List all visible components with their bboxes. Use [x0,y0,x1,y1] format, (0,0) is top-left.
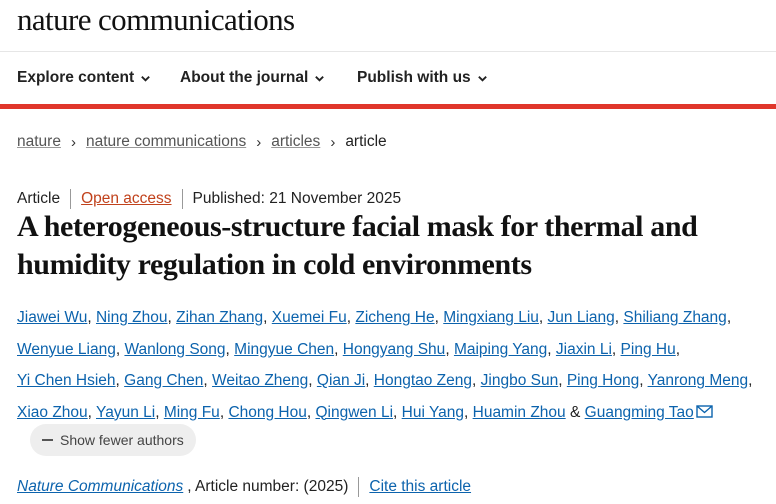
author-link[interactable]: Chong Hou [228,404,306,421]
author-link[interactable]: Jiaxin Li [556,341,612,358]
author-link[interactable]: Hui Yang [402,404,464,421]
author-link[interactable]: Wenyue Liang [17,341,116,358]
author-link[interactable]: Mingyue Chen [234,341,334,358]
author-link[interactable]: Yanrong Meng [648,372,749,389]
chevron-right-icon: › [256,133,262,151]
divider [358,477,360,497]
author-link[interactable]: Ping Hong [567,372,639,389]
main-nav: Explore content About the journal Publis… [0,52,776,109]
nav-item-label: Publish with us [357,69,471,86]
author-link[interactable]: Ning Zhou [96,309,168,326]
open-access-link[interactable]: Open access [81,190,171,208]
author-link[interactable]: Xuemei Fu [272,309,347,326]
author-link[interactable]: Shiliang Zhang [623,309,726,326]
cite-this-article-link[interactable]: Cite this article [369,478,471,496]
author-link[interactable]: Ping Hu [621,341,676,358]
breadcrumb-articles[interactable]: articles [271,133,320,151]
author-joiner: & [569,403,581,421]
chevron-down-icon [141,75,150,82]
minus-icon [42,439,53,441]
chevron-right-icon: › [330,133,336,151]
article-title: A heterogeneous-structure facial mask fo… [17,210,698,281]
author-link[interactable]: Huamin Zhou [473,404,566,421]
published-date: Published: 21 November 2025 [192,190,402,207]
author-link[interactable]: Ming Fu [164,404,220,421]
author-link[interactable]: Hongtao Zeng [374,372,472,389]
author-link[interactable]: Zicheng He [355,309,434,326]
author-link[interactable]: Weitao Zheng [212,372,308,389]
author-link[interactable]: Qingwen Li [315,404,393,421]
article-number: , Article number: (2025) [187,478,349,495]
article-type: Article [17,190,61,207]
nav-publish-with-us[interactable]: Publish with us [357,69,488,87]
breadcrumb-nature[interactable]: nature [17,133,61,151]
mail-icon[interactable] [696,404,713,419]
author-link[interactable]: Jingbo Sun [481,372,559,389]
journal-link[interactable]: Nature Communications [17,478,183,496]
author-link[interactable]: Qian Ji [317,372,365,389]
nav-item-label: Explore content [17,69,135,86]
nav-item-label: About the journal [180,69,309,86]
chevron-down-icon [315,75,325,82]
author-link[interactable]: Gang Chen [124,372,203,389]
author-link[interactable]: Hongyang Shu [343,341,446,358]
divider [70,189,72,209]
chevron-right-icon: › [70,133,76,151]
breadcrumb-current: article [345,133,387,150]
site-header: nature communications [0,0,776,52]
nav-explore-content[interactable]: Explore content [17,69,151,87]
show-fewer-authors-button[interactable]: Show fewer authors [30,424,196,456]
author-link[interactable]: Yi Chen Hsieh [17,372,116,389]
author-link[interactable]: Guangming Tao [585,404,694,421]
chevron-down-icon [477,75,487,82]
article-meta: Article Open access Published: 21 Novemb… [17,189,401,209]
show-fewer-label: Show fewer authors [60,432,184,448]
breadcrumb-nature-communications[interactable]: nature communications [86,133,246,151]
author-link[interactable]: Jiawei Wu [17,309,87,326]
author-link[interactable]: Zihan Zhang [176,309,263,326]
author-link[interactable]: Xiao Zhou [17,404,88,421]
citation-line: Nature Communications , Article number: … [17,477,471,497]
author-link[interactable]: Maiping Yang [454,341,547,358]
author-link[interactable]: Mingxiang Liu [443,309,539,326]
author-link[interactable]: Jun Liang [548,309,615,326]
breadcrumb: nature › nature communications › article… [17,133,387,151]
author-link[interactable]: Yayun Li [96,404,155,421]
divider [181,189,183,209]
author-link[interactable]: Wanlong Song [124,341,225,358]
nav-about-journal[interactable]: About the journal [180,69,325,87]
author-list: Jiawei Wu, Ning Zhou, Zihan Zhang, Xueme… [17,309,753,421]
site-logo[interactable]: nature communications [17,2,295,38]
